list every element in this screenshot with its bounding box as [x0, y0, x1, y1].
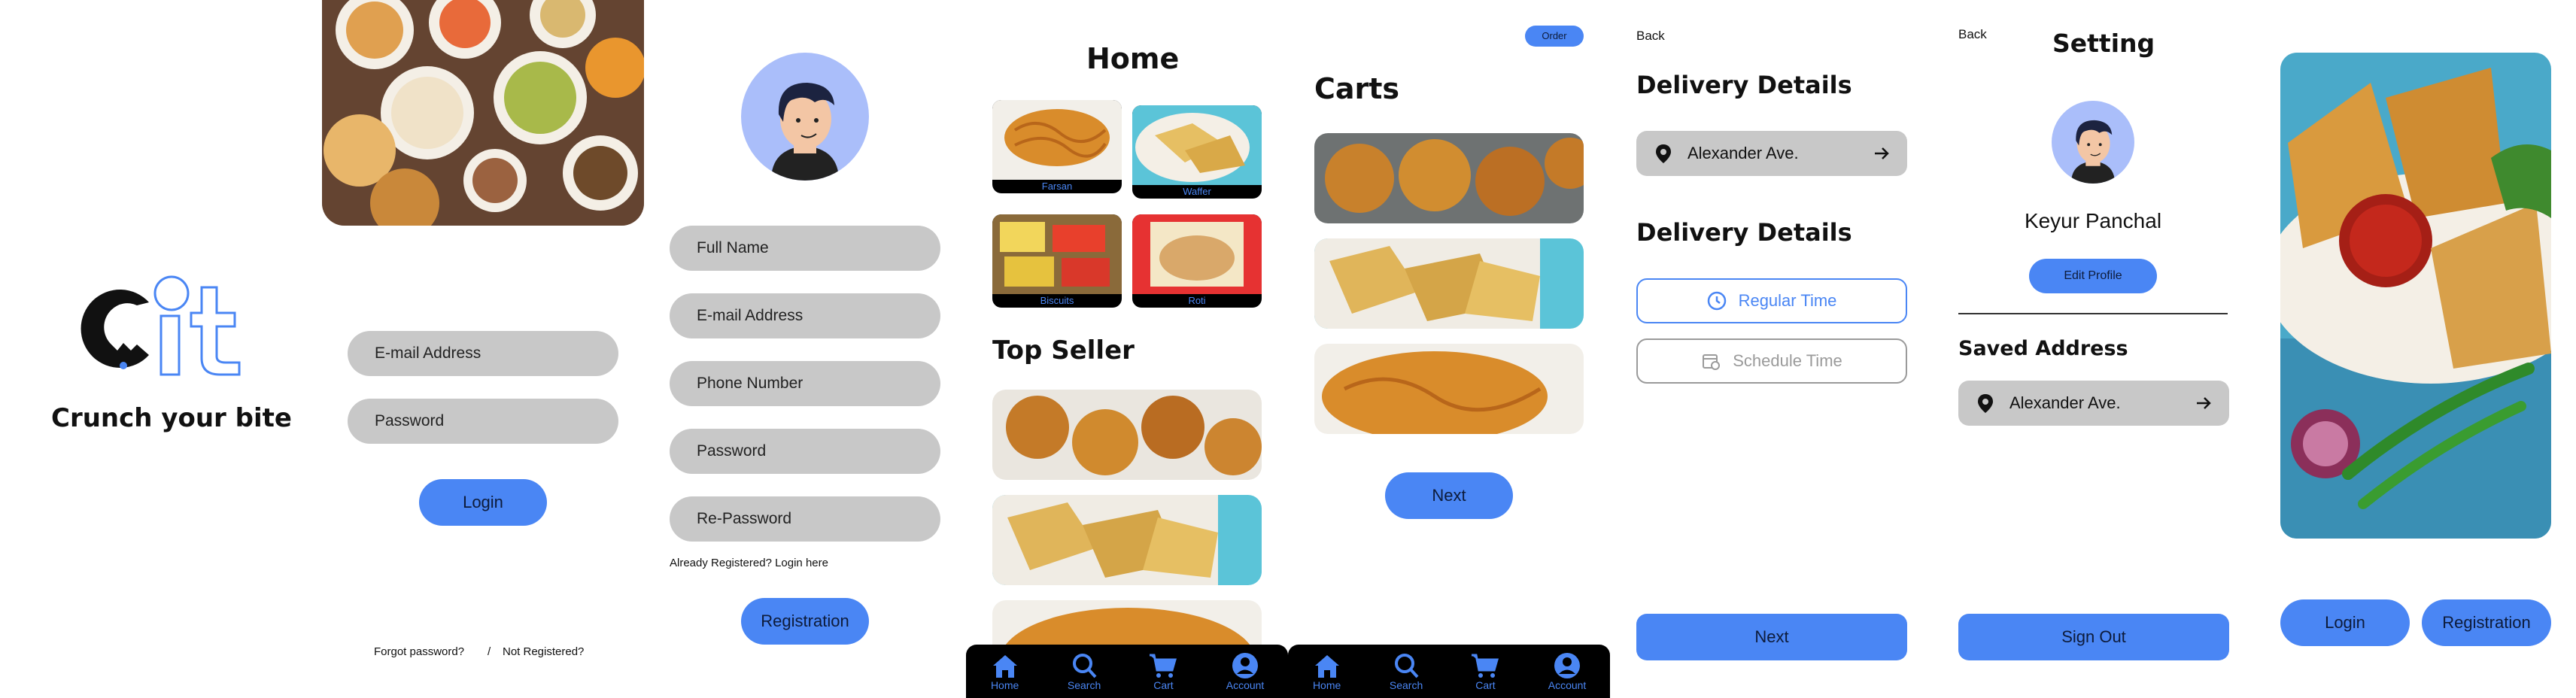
full-name-input[interactable]: Full Name — [670, 226, 940, 271]
samosa-hero-image — [2280, 53, 2551, 539]
top-seller-item[interactable] — [992, 390, 1262, 480]
user-name: Keyur Panchal — [2024, 209, 2162, 232]
tagline: Crunch your bite — [51, 403, 292, 433]
address-text: Alexander Ave. — [2009, 393, 2121, 412]
cit-logo — [80, 275, 241, 376]
page-title: Carts — [1314, 72, 1400, 105]
sign-out-button[interactable]: Sign Out — [1958, 614, 2229, 660]
regular-time-option[interactable]: Regular Time — [1636, 278, 1907, 323]
category-farsan[interactable]: Farsan — [992, 100, 1122, 193]
page-title: Setting — [2052, 29, 2155, 58]
regular-time-label: Regular Time — [1738, 291, 1837, 310]
home-icon — [1314, 654, 1339, 678]
next-button[interactable]: Next — [1385, 472, 1513, 519]
divider — [1958, 313, 2228, 314]
section-title: Delivery Details — [1636, 71, 1852, 99]
cart-item[interactable] — [1314, 238, 1584, 329]
nav-label: Home — [1312, 678, 1341, 691]
section-title: Saved Address — [1958, 337, 2128, 360]
nav-label: Account — [1226, 678, 1265, 691]
location-pin-icon — [1656, 144, 1671, 163]
nav-label: Account — [1548, 678, 1587, 691]
forgot-password-link[interactable]: Forgot password? — [374, 645, 464, 658]
nav-label: Search — [1067, 678, 1101, 691]
back-link[interactable]: Back — [1958, 27, 1987, 42]
clock-icon — [1707, 291, 1726, 311]
category-label: Biscuits — [1040, 295, 1074, 306]
nav-label: Home — [990, 678, 1019, 691]
category-label: Waffer — [1183, 186, 1211, 197]
cart-item[interactable] — [1314, 344, 1584, 434]
avatar — [741, 53, 869, 181]
nav-home[interactable]: Home — [990, 652, 1020, 691]
location-pin-icon — [1978, 394, 1993, 413]
category-label: Roti — [1188, 295, 1206, 306]
cart-icon — [1150, 654, 1177, 678]
email-input[interactable]: E-mail Address — [348, 331, 618, 376]
login-screen: E-mail Address Password Login Forgot pas… — [322, 0, 644, 698]
delivery-screen: Back Delivery Details Alexander Ave. Del… — [1610, 0, 1932, 698]
phone-input[interactable]: Phone Number — [670, 361, 940, 406]
schedule-time-label: Schedule Time — [1733, 351, 1842, 370]
registration-button[interactable]: Registration — [2422, 599, 2551, 646]
password-input[interactable]: Password — [670, 429, 940, 474]
cart-screen: Order Carts Next Home Search Cart Accoun… — [1288, 0, 1610, 698]
cart-item[interactable] — [1314, 133, 1584, 223]
avatar — [2052, 101, 2134, 184]
category-biscuits[interactable]: Biscuits — [992, 214, 1122, 308]
nav-cart[interactable]: Cart — [1148, 652, 1178, 691]
edit-profile-button[interactable]: Edit Profile — [2029, 259, 2157, 293]
nav-label: Cart — [1153, 678, 1174, 691]
address-text: Alexander Ave. — [1687, 144, 1799, 162]
re-password-input[interactable]: Re-Password — [670, 496, 940, 542]
search-icon — [1395, 653, 1419, 678]
section-title: Delivery Details — [1636, 218, 1852, 247]
email-input[interactable]: E-mail Address — [670, 293, 940, 338]
link-separator: / — [488, 645, 491, 658]
category-label: Farsan — [1041, 181, 1073, 192]
cart-icon — [1472, 654, 1499, 678]
password-input[interactable]: Password — [348, 399, 618, 444]
account-icon — [1554, 652, 1581, 678]
login-button[interactable]: Login — [2280, 599, 2410, 646]
back-link[interactable]: Back — [1636, 29, 1665, 44]
next-button[interactable]: Next — [1636, 614, 1907, 660]
address-bar[interactable]: Alexander Ave. — [1636, 131, 1907, 176]
login-button[interactable]: Login — [419, 479, 547, 526]
not-registered-link[interactable]: Not Registered? — [503, 645, 584, 658]
category-waffer[interactable]: Waffer — [1132, 105, 1262, 199]
nav-label: Search — [1389, 678, 1423, 691]
home-screen: Home Farsan Waffer Biscuits Roti Top Sel… — [966, 0, 1288, 698]
setting-screen: Back Setting Keyur Panchal Edit Profile … — [1932, 0, 2254, 698]
registration-screen: Full Name E-mail Address Phone Number Pa… — [644, 0, 966, 698]
order-button[interactable]: Order — [1525, 26, 1584, 47]
section-title: Top Seller — [992, 335, 1135, 366]
nav-account[interactable]: Account — [1548, 652, 1587, 691]
arrow-right-icon — [2197, 397, 2211, 409]
schedule-time-option[interactable]: Schedule Time — [1636, 338, 1907, 384]
home-icon — [992, 654, 1017, 678]
category-roti[interactable]: Roti — [1132, 214, 1262, 308]
nav-label: Cart — [1475, 678, 1496, 691]
calendar-clock-icon — [1703, 354, 1721, 370]
nav-search[interactable]: Search — [1068, 652, 1101, 691]
nav-home[interactable]: Home — [1312, 652, 1342, 691]
splash-screen: Crunch your bite — [0, 0, 322, 698]
page-title: Home — [1086, 42, 1180, 75]
top-seller-item[interactable] — [992, 495, 1262, 585]
saved-address-bar[interactable]: Alexander Ave. — [1958, 381, 2229, 426]
account-icon — [1232, 652, 1259, 678]
welcome-screen: Login Registration — [2254, 0, 2576, 698]
nav-account[interactable]: Account — [1226, 652, 1265, 691]
nav-cart[interactable]: Cart — [1470, 652, 1500, 691]
bottom-nav: Home Search Cart Account — [1288, 645, 1610, 698]
arrow-right-icon — [1875, 147, 1889, 159]
food-banner-image — [322, 0, 644, 226]
registration-button[interactable]: Registration — [741, 598, 869, 645]
already-registered-link[interactable]: Already Registered? Login here — [670, 557, 828, 569]
bottom-nav: Home Search Cart Account — [966, 645, 1288, 698]
nav-search[interactable]: Search — [1390, 652, 1423, 691]
search-icon — [1073, 653, 1097, 678]
